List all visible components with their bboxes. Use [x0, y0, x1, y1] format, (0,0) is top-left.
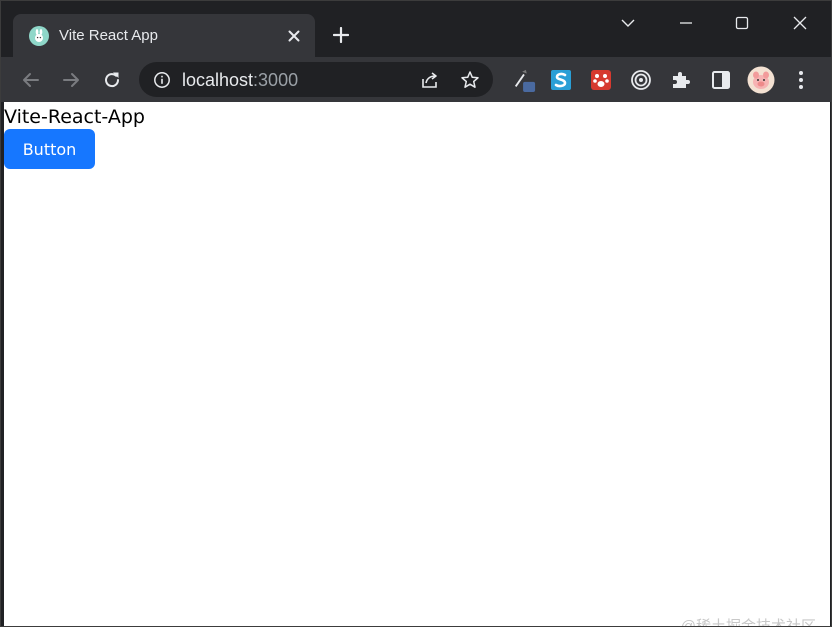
arrow-left-icon: [23, 73, 39, 87]
eyedropper-extension-icon[interactable]: [512, 68, 536, 92]
browser-toolbar: localhost:3000: [1, 57, 831, 102]
tab-strip: Vite React App: [1, 1, 831, 57]
puzzle-extensions-icon[interactable]: [669, 68, 693, 92]
paw-extension-icon[interactable]: [589, 68, 613, 92]
reload-button[interactable]: [97, 65, 127, 95]
url-text: localhost:3000: [182, 70, 298, 90]
tab-title: Vite React App: [59, 27, 158, 44]
browser-window: Vite React App localhost:3000 Vite-React…: [0, 0, 832, 627]
browser-tab[interactable]: Vite React App: [13, 14, 315, 57]
side-panel-icon[interactable]: [709, 68, 733, 92]
arrow-right-icon: [63, 73, 79, 87]
minimize-button[interactable]: [666, 7, 706, 39]
target-extension-icon[interactable]: [629, 68, 653, 92]
plus-icon: [333, 27, 349, 43]
forward-button[interactable]: [56, 65, 86, 95]
share-icon[interactable]: [420, 70, 440, 90]
minimize-icon: [680, 22, 692, 24]
new-tab-button[interactable]: [327, 21, 355, 49]
reload-icon: [105, 72, 120, 88]
s-extension-icon[interactable]: [549, 68, 573, 92]
vite-bunny-icon: [29, 26, 49, 46]
close-icon: [793, 16, 807, 30]
url-port: :3000: [253, 70, 299, 90]
avatar[interactable]: [747, 66, 775, 94]
bookmark-star-icon[interactable]: [460, 70, 480, 90]
kebab-menu-icon[interactable]: [789, 68, 813, 92]
primary-button[interactable]: Button: [4, 129, 95, 169]
chevron-down-icon: [621, 19, 635, 27]
watermark: @稀土掘金技术社区: [680, 618, 816, 627]
page-viewport: Vite-React-App Button @稀土掘金技术社区: [4, 102, 830, 627]
tab-close-icon[interactable]: [283, 25, 305, 47]
tab-search-button[interactable]: [608, 7, 648, 39]
close-window-button[interactable]: [780, 7, 820, 39]
address-bar[interactable]: localhost:3000: [139, 62, 493, 97]
back-button[interactable]: [16, 65, 46, 95]
maximize-icon: [735, 16, 749, 30]
maximize-button[interactable]: [722, 7, 762, 39]
page-title: Vite-React-App: [4, 106, 145, 128]
url-host: localhost: [182, 70, 254, 90]
info-icon[interactable]: [153, 71, 171, 89]
